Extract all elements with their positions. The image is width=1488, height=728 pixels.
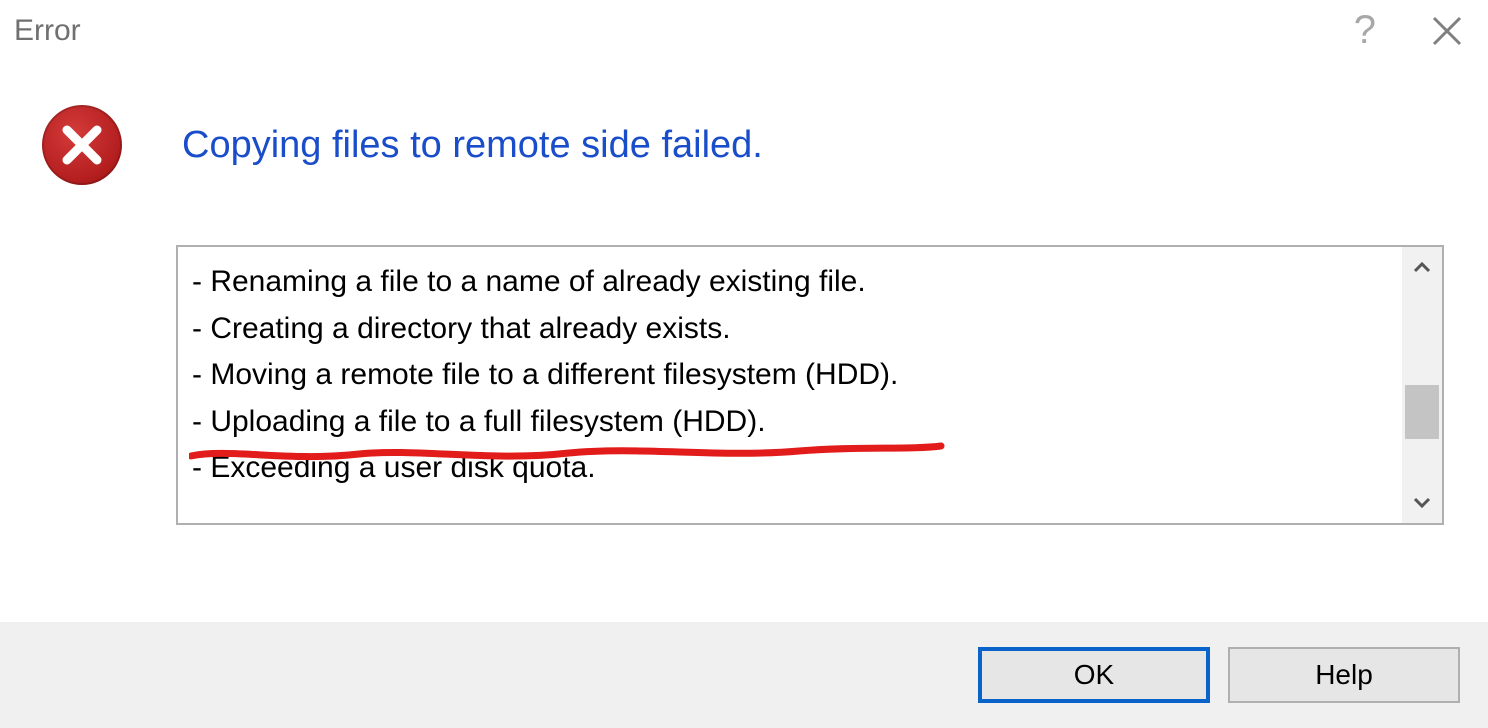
- detail-box: - Renaming a file to a name of already e…: [176, 245, 1444, 525]
- scroll-up-button[interactable]: [1402, 247, 1442, 287]
- help-icon[interactable]: ?: [1354, 8, 1376, 53]
- titlebar-buttons: ?: [1354, 8, 1474, 53]
- detail-text: - Renaming a file to a name of already e…: [178, 247, 1402, 523]
- ok-button[interactable]: OK: [978, 647, 1210, 703]
- scroll-track[interactable]: [1402, 287, 1442, 483]
- error-icon: [42, 105, 122, 185]
- chevron-up-icon: [1413, 261, 1431, 273]
- error-header: Copying files to remote side failed.: [28, 105, 1460, 185]
- detail-line: - Creating a directory that already exis…: [192, 306, 1388, 353]
- detail-wrap: - Renaming a file to a name of already e…: [176, 245, 1444, 525]
- detail-line: - Moving a remote file to a different fi…: [192, 352, 1388, 399]
- titlebar: Error ?: [0, 0, 1488, 65]
- scroll-down-button[interactable]: [1402, 483, 1442, 523]
- close-icon[interactable]: [1430, 14, 1464, 48]
- help-button[interactable]: Help: [1228, 647, 1460, 703]
- window-title: Error: [14, 14, 81, 48]
- dialog-content: Copying files to remote side failed. - R…: [0, 65, 1488, 622]
- scrollbar[interactable]: [1402, 247, 1442, 523]
- scroll-thumb[interactable]: [1405, 385, 1439, 439]
- detail-line: - Uploading a file to a full filesystem …: [192, 399, 1388, 446]
- detail-line: - Exceeding a user disk quota.: [192, 445, 1388, 492]
- error-headline: Copying files to remote side failed.: [182, 124, 763, 167]
- error-dialog: Error ? Copying files to remote side fai…: [0, 0, 1488, 728]
- dialog-footer: OK Help: [0, 622, 1488, 728]
- chevron-down-icon: [1413, 497, 1431, 509]
- detail-line: - Renaming a file to a name of already e…: [192, 259, 1388, 306]
